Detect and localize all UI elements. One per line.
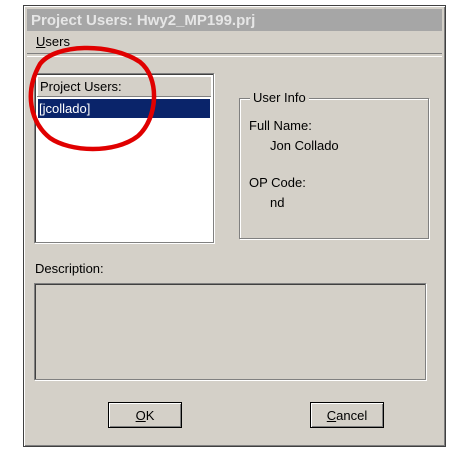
cancel-label: ancel (336, 407, 368, 423)
ok-label: K (145, 407, 155, 423)
op-code-label: OP Code: (249, 175, 306, 190)
description-field[interactable] (34, 283, 426, 380)
project-users-list[interactable]: Project Users: [jcollado] (34, 73, 214, 243)
list-header[interactable]: Project Users: (37, 76, 211, 97)
cancel-mnemonic: C (326, 407, 337, 423)
full-name-value: Jon Collado (270, 138, 339, 153)
menu-users[interactable]: Users (36, 34, 70, 49)
cancel-button[interactable]: Cancel (310, 402, 384, 428)
window-title: Project Users: Hwy2_MP199.prj (31, 12, 256, 29)
title-bar[interactable]: Project Users: Hwy2_MP199.prj (27, 9, 442, 31)
list-item[interactable]: [jcollado] (38, 99, 210, 118)
full-name-label: Full Name: (249, 118, 312, 133)
list-header-label: Project Users: (40, 79, 122, 94)
user-info-group: User Info Full Name: Jon Collado OP Code… (239, 90, 429, 239)
op-code-value: nd (270, 195, 285, 210)
menu-users-label: sers (45, 34, 70, 49)
project-users-dialog: Project Users: Hwy2_MP199.prj Users Proj… (23, 5, 446, 447)
menu-users-mnemonic: U (36, 34, 46, 49)
ok-mnemonic: O (135, 407, 146, 423)
menu-bar: Users (27, 32, 442, 52)
description-label: Description: (35, 261, 104, 276)
user-info-legend: User Info (250, 90, 309, 105)
list-item-label: [jcollado] (39, 101, 91, 116)
menu-separator (27, 53, 442, 57)
ok-button[interactable]: OK (108, 402, 182, 428)
